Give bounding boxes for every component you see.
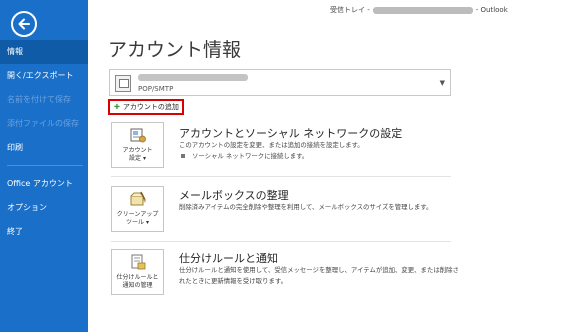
account-social-settings-title: アカウントとソーシャル ネットワークの設定 (179, 127, 403, 140)
backstage-sidebar: 情報 開く/エクスポート 名前を付けて保存 添付ファイルの保存 印刷 Offic… (0, 0, 88, 332)
nav-item-info[interactable]: 情報 (0, 40, 88, 64)
redacted-email (372, 6, 473, 14)
rules-alerts-title: 仕分けルールと通知 (179, 252, 278, 265)
rules-alerts-icon (131, 254, 146, 270)
plus-icon: ✚ (114, 103, 120, 111)
add-account-label: アカウントの追加 (122, 103, 179, 111)
nav-item-open-export[interactable]: 開く/エクスポート (0, 64, 88, 88)
cleanup-tools-icon (130, 191, 146, 206)
redacted-account-email (138, 74, 248, 81)
section-divider (111, 176, 451, 177)
manage-rules-alerts-label: 仕分けルールと 通知の管理 (116, 274, 159, 289)
account-selector-dropdown[interactable]: POP/SMTP ▼ (109, 69, 451, 96)
cleanup-tools-label: クリーンアップ ツール ▾ (116, 211, 159, 226)
section-divider (111, 241, 451, 242)
account-card-icon (115, 75, 131, 92)
account-settings-icon (130, 128, 146, 143)
add-account-button[interactable]: ✚ アカウントの追加 (108, 99, 184, 115)
rules-alerts-description: 仕分けルールと通知を使用して、受信メッセージを整理し、アイテムが追加、変更、また… (179, 266, 459, 285)
window-title-prefix: 受信トレイ - (330, 6, 370, 14)
social-network-text: ソーシャル ネットワークに接続します。 (192, 152, 309, 160)
account-settings-label: アカウント 設定 ▾ (122, 147, 153, 162)
nav-item-exit[interactable]: 終了 (0, 220, 88, 244)
nav-divider (7, 165, 83, 166)
account-social-settings-description: このアカウントの設定を変更、または追加の接続を設定します。 (179, 141, 364, 149)
bullet-square-icon (181, 154, 185, 158)
page-title: アカウント情報 (108, 39, 242, 61)
nav-item-save-as[interactable]: 名前を付けて保存 (0, 88, 88, 112)
nav-item-office-account[interactable]: Office アカウント (0, 172, 88, 196)
chevron-down-icon: ▼ (439, 79, 445, 87)
manage-rules-alerts-button[interactable]: 仕分けルールと 通知の管理 (111, 249, 164, 295)
nav-item-save-attachments[interactable]: 添付ファイルの保存 (0, 112, 88, 136)
mailbox-cleanup-title: メールボックスの整理 (179, 189, 289, 202)
cleanup-tools-button[interactable]: クリーンアップ ツール ▾ (111, 186, 164, 232)
social-network-bullet: ソーシャル ネットワークに接続します。 (181, 151, 308, 160)
account-type: POP/SMTP (138, 85, 174, 93)
back-arrow-icon (18, 18, 30, 30)
window-title: 受信トレイ - - Outlook (330, 5, 508, 15)
window-title-suffix: - Outlook (475, 6, 508, 14)
account-settings-button[interactable]: アカウント 設定 ▾ (111, 122, 164, 168)
nav-item-print[interactable]: 印刷 (0, 136, 88, 160)
nav-item-options[interactable]: オプション (0, 196, 88, 220)
mailbox-cleanup-description: 削除済みアイテムの完全削除や整理を利用して、メールボックスのサイズを管理します。 (179, 203, 433, 211)
back-button[interactable] (11, 11, 37, 37)
